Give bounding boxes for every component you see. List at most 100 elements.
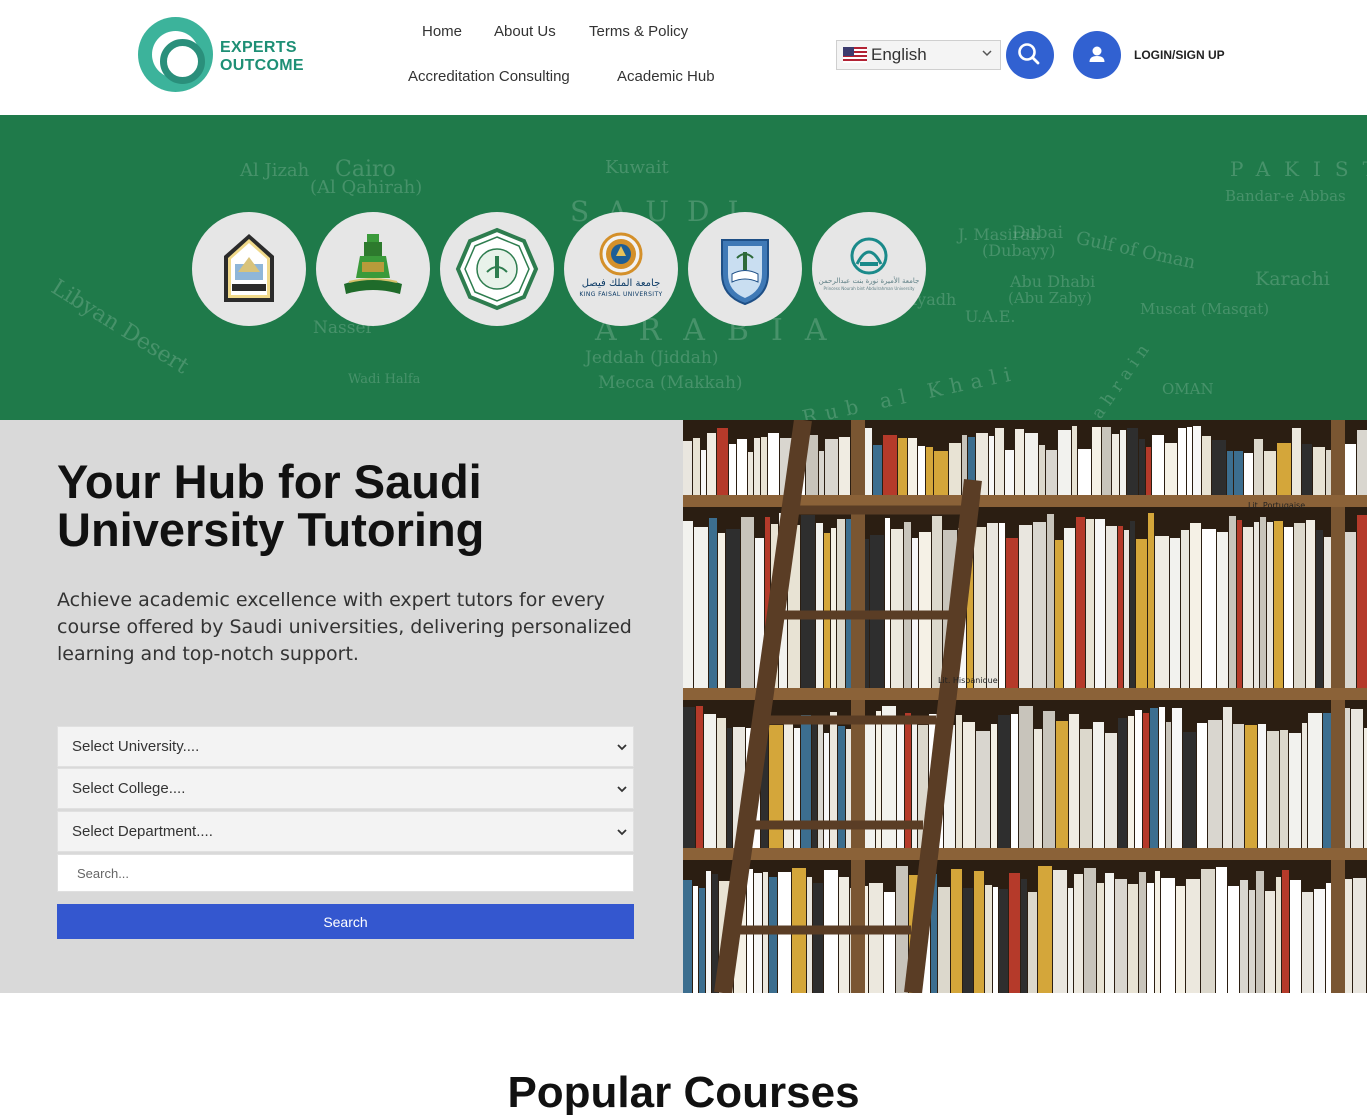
book-spine (1155, 871, 1160, 993)
college-select[interactable]: Select College.... (57, 768, 634, 809)
book-spine (1095, 519, 1105, 688)
book-spine (1112, 434, 1119, 495)
book-spine (1276, 877, 1281, 993)
book-spine (1280, 730, 1288, 848)
book-spine (1076, 517, 1085, 688)
language-select[interactable]: English (836, 40, 1001, 70)
user-account-button[interactable] (1073, 31, 1121, 79)
book-spine (1201, 869, 1215, 993)
map-label: Kuwait (605, 157, 669, 178)
book-spine (1165, 443, 1177, 495)
book-spine (1047, 514, 1054, 688)
book-spine (1254, 439, 1263, 495)
book-spine (1357, 430, 1367, 495)
universities-banner: Al Jizah Cairo (Al Qahirah) Kuwait SAUDI… (0, 115, 1367, 420)
book-spine (1181, 530, 1189, 688)
book-spine (1176, 886, 1185, 993)
department-select-value: Select Department.... (72, 823, 213, 840)
nav-home[interactable]: Home (422, 23, 462, 40)
book-spine (1150, 708, 1158, 848)
book-spine (1148, 513, 1154, 688)
book-spine (1282, 870, 1289, 993)
map-label: Wadi Halfa (348, 372, 421, 387)
header-search-button[interactable] (1006, 31, 1054, 79)
book-spine (974, 527, 986, 688)
map-label: Bahrain (1077, 336, 1157, 420)
king-saud-university-emblem-icon (721, 239, 769, 306)
map-label: (Abu Zaby) (1008, 289, 1093, 307)
book-spine (1146, 447, 1151, 495)
king-abdulaziz-university-logo[interactable] (316, 212, 430, 326)
book-spine (1256, 871, 1264, 993)
book-spine (1183, 732, 1196, 848)
islamic-university-madinah-logo[interactable] (440, 212, 554, 326)
book-spine (1264, 451, 1276, 495)
book-spine (1006, 538, 1018, 688)
course-search-input[interactable]: Search... (57, 854, 634, 892)
book-spine (1128, 884, 1138, 993)
book-spine (1290, 880, 1301, 993)
book-spine (1260, 517, 1266, 688)
book-spine (985, 885, 992, 993)
book-spine (1056, 721, 1068, 848)
book-spine (718, 533, 725, 688)
map-label: (Al Qahirah) (310, 177, 423, 198)
map-label: U.A.E. (965, 307, 1016, 326)
logo-mark-icon (138, 17, 213, 92)
book-spine (904, 522, 911, 688)
book-spine (891, 529, 903, 688)
experts-outcome-logo[interactable]: EXPERTS OUTCOME (138, 17, 318, 93)
book-spine (1033, 522, 1046, 688)
book-spine (1277, 443, 1291, 495)
department-select[interactable]: Select Department.... (57, 811, 634, 852)
map-label: Libyan Desert (46, 275, 193, 380)
book-spine (1152, 435, 1164, 495)
map-label: Karachi (1255, 268, 1330, 290)
university-select[interactable]: Select University.... (57, 726, 634, 767)
book-spine (1025, 433, 1038, 495)
book-spine (918, 446, 925, 495)
book-spine (1229, 516, 1236, 688)
book-spine (1069, 714, 1079, 848)
imam-university-logo[interactable] (192, 212, 306, 326)
book-spine (1228, 886, 1239, 993)
book-spine (1227, 451, 1233, 495)
book-spine (1093, 722, 1104, 848)
book-spine (963, 722, 975, 848)
nav-academic-hub[interactable]: Academic Hub (617, 68, 715, 85)
king-faisal-university-logo[interactable]: جامعة الملك فيصل KING FAISAL UNIVERSITY (564, 212, 678, 326)
book-spine (727, 728, 732, 848)
king-saud-university-logo[interactable] (688, 212, 802, 326)
book-spine (1245, 725, 1257, 848)
book-spine (1223, 707, 1232, 848)
book-spine (696, 706, 703, 848)
book-spine (1187, 427, 1192, 495)
map-label: PAKISTAN (1230, 157, 1367, 181)
book-spine (1292, 428, 1301, 495)
book-spine (761, 437, 767, 495)
book-spine (989, 436, 994, 495)
book-spine (1254, 522, 1259, 688)
book-spine (1019, 525, 1032, 688)
map-label: Jeddah (Jiddah) (585, 348, 719, 368)
book-spine (825, 439, 838, 495)
book-spine (926, 447, 933, 495)
princess-nourah-university-logo[interactable]: جامعة الأميرة نورة بنت عبدالرحمن Princes… (812, 212, 926, 326)
book-spine (1234, 451, 1243, 495)
book-spine (1306, 520, 1315, 688)
nav-terms[interactable]: Terms & Policy (589, 23, 688, 40)
search-button[interactable]: Search (57, 904, 634, 939)
book-spine (1127, 428, 1138, 495)
book-spine (987, 523, 998, 688)
book-spine (1302, 444, 1312, 495)
book-spine (974, 871, 984, 993)
nav-accreditation[interactable]: Accreditation Consulting (408, 68, 570, 85)
login-signup-link[interactable]: LOGIN/SIGN UP (1134, 48, 1225, 62)
book-spine (993, 887, 998, 993)
nav-about[interactable]: About Us (494, 23, 556, 40)
book-spine (683, 707, 695, 848)
user-icon (1089, 46, 1105, 62)
book-spine (1130, 521, 1135, 688)
book-spine (737, 439, 747, 495)
book-spine (1267, 522, 1273, 688)
